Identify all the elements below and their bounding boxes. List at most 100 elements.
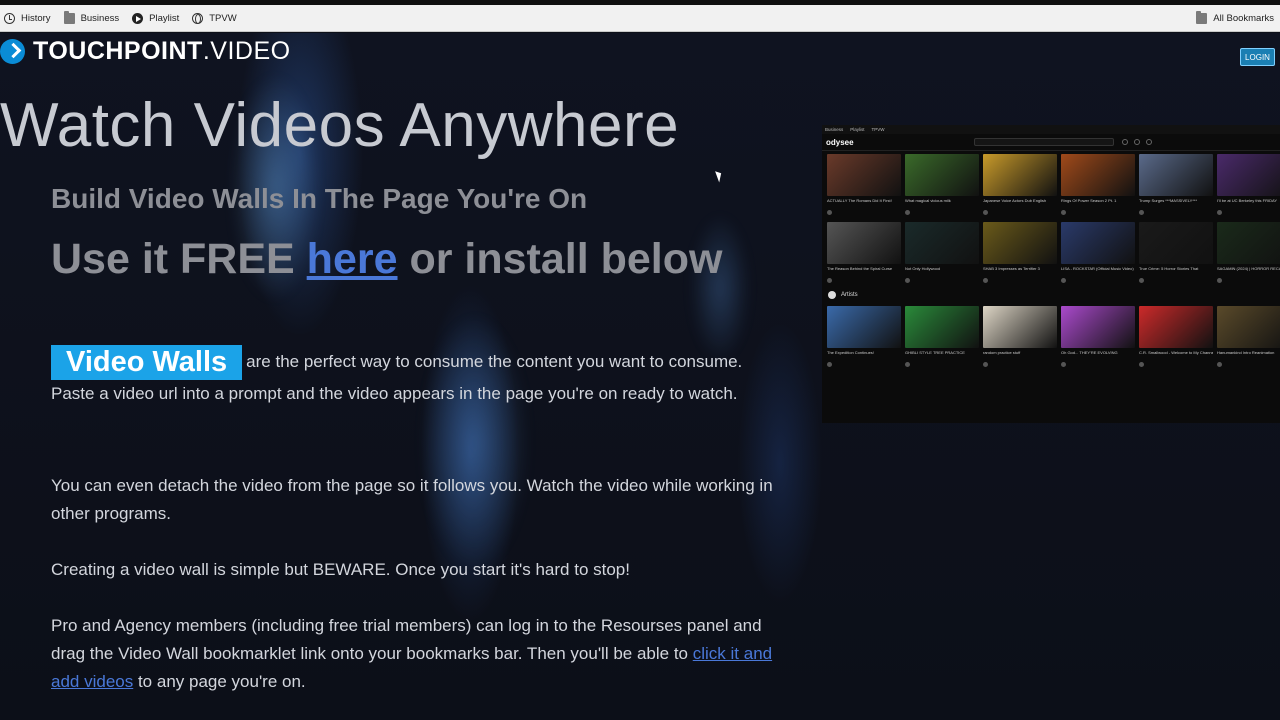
video-caption: SHAB 3 Impresses as Terrifier 3: [983, 266, 1040, 271]
video-thumbnail: [1217, 222, 1280, 264]
video-tile[interactable]: SHAB 3 Impresses as Terrifier 3: [983, 222, 1057, 287]
video-thumbnail: [827, 222, 901, 264]
video-thumbnail: [983, 222, 1057, 264]
playlist-icon: [132, 12, 144, 24]
channel-avatar: [905, 208, 979, 216]
page-content: TOUCHPOINT.VIDEO LOGIN Watch Videos Anyw…: [0, 33, 1280, 720]
video-tile[interactable]: ACTUALLY The Romans Did It First!: [827, 154, 901, 219]
video-tile[interactable]: Rings Of Power Season 2 Pt. 1: [1061, 154, 1135, 219]
beware-paragraph: Creating a video wall is simple but BEWA…: [51, 560, 630, 579]
video-thumbnail: [1139, 306, 1213, 348]
channel-avatar: [905, 276, 979, 284]
page-title: Watch Videos Anywhere: [0, 91, 680, 160]
video-tile[interactable]: True Crime: 5 Horror Stories That: [1139, 222, 1213, 287]
video-thumbnail: [1139, 154, 1213, 196]
video-thumbnail: [1061, 306, 1135, 348]
channel-avatar: [1139, 276, 1213, 284]
bookmark-label: TPVW: [209, 12, 237, 24]
channel-avatar: [983, 360, 1057, 368]
bookmark-playlist[interactable]: Playlist: [128, 5, 188, 31]
video-thumbnail: [1139, 222, 1213, 264]
video-tile[interactable]: Oh God... THEY'RE EVOLVING: [1061, 306, 1135, 371]
video-tile[interactable]: The Expedition Continues!: [827, 306, 901, 371]
video-caption: GHIBLI STYLE TREE PRACTICE: [905, 350, 965, 355]
channel-avatar: [905, 360, 979, 368]
folder-icon: [1196, 10, 1208, 24]
bookmark-history[interactable]: History: [0, 5, 60, 31]
site-logo[interactable]: TOUCHPOINT.VIDEO: [0, 35, 291, 67]
video-thumbnail: [1061, 222, 1135, 264]
bookmarks-bar: History Business Playlist TPVW All Bookm…: [0, 5, 1280, 32]
video-tile[interactable]: C.R. Smallwood - Welcome to My Channel: [1139, 306, 1213, 371]
login-button[interactable]: LOGIN: [1240, 48, 1275, 66]
bookmark-label: Playlist: [149, 12, 180, 24]
logo-text: TOUCHPOINT.VIDEO: [33, 36, 291, 65]
video-caption: The Reason Behind the Spiral Curse: [827, 266, 893, 271]
video-tile[interactable]: LISA - ROCKSTAR (Official Music Video): [1061, 222, 1135, 287]
artists-icon: [828, 291, 836, 299]
video-thumbnail: [905, 154, 979, 196]
video-caption: The Expedition Continues!: [827, 350, 874, 355]
video-thumbnail: [827, 154, 901, 196]
video-caption: Japanese Voice Actors Dub English: [983, 198, 1047, 203]
folder-icon: [63, 10, 75, 24]
preview-row-2: The Reason Behind the Spiral Curse Not On…: [822, 219, 1280, 287]
all-bookmarks-label: All Bookmarks: [1213, 12, 1274, 24]
hero-cta: Use it FREE here or install below: [51, 235, 723, 283]
video-thumbnail: [1061, 154, 1135, 196]
video-thumbnail: [983, 154, 1057, 196]
video-caption: Not Only Hollywood: [905, 266, 941, 271]
video-tile[interactable]: SAGAMIN (2024) | HORROR RECAP: [1217, 222, 1280, 287]
video-walls-badge: Video Walls: [51, 345, 243, 380]
video-thumbnail: [827, 306, 901, 348]
mouse-cursor: [715, 169, 724, 183]
video-tile[interactable]: GHIBLI STYLE TREE PRACTICE: [905, 306, 979, 371]
history-icon: [4, 12, 15, 24]
all-bookmarks[interactable]: All Bookmarks: [1192, 5, 1280, 31]
video-tile[interactable]: Trump Surges ***MASSIVELY***: [1139, 154, 1213, 219]
video-tile[interactable]: random practice stuff: [983, 306, 1057, 371]
channel-avatar: [827, 208, 901, 216]
video-thumbnail: [905, 306, 979, 348]
preview-header: odysee: [822, 134, 1280, 151]
preview-icons: [1121, 139, 1152, 145]
video-thumbnail: [1217, 154, 1280, 196]
preview-bookmarks: Business Playlist TPVW: [822, 125, 1280, 134]
video-tile[interactable]: What magical vicious milk: [905, 154, 979, 219]
video-caption: Rings Of Power Season 2 Pt. 1: [1061, 198, 1117, 203]
video-caption: C.R. Smallwood - Welcome to My Channel: [1139, 350, 1213, 355]
here-link[interactable]: here: [307, 235, 398, 283]
video-tile[interactable]: Hanumankind Intro Reanimation: [1217, 306, 1280, 371]
bookmark-business[interactable]: Business: [60, 5, 129, 31]
video-caption: SAGAMIN (2024) | HORROR RECAP: [1217, 266, 1280, 271]
channel-avatar: [1061, 208, 1135, 216]
members-paragraph: Pro and Agency members (including free t…: [51, 616, 773, 691]
video-thumbnail: [1217, 306, 1280, 348]
channel-avatar: [827, 276, 901, 284]
video-tile[interactable]: Japanese Voice Actors Dub English: [983, 154, 1057, 219]
video-thumbnail: [905, 222, 979, 264]
globe-icon: [192, 12, 204, 24]
video-wall-preview: Business Playlist TPVW odysee ACTUALLY T…: [822, 125, 1280, 423]
channel-avatar: [983, 208, 1057, 216]
preview-logo: odysee: [826, 137, 854, 147]
channel-avatar: [1139, 208, 1213, 216]
video-tile[interactable]: Not Only Hollywood: [905, 222, 979, 287]
bookmark-tpvw[interactable]: TPVW: [188, 5, 245, 31]
channel-avatar: [1217, 208, 1280, 216]
video-caption: ACTUALLY The Romans Did It First!: [827, 198, 892, 203]
preview-row-3: The Expedition Continues! GHIBLI STYLE TR…: [822, 303, 1280, 371]
channel-avatar: [1061, 276, 1135, 284]
channel-avatar: [1139, 360, 1213, 368]
channel-avatar: [1217, 276, 1280, 284]
detach-paragraph: You can even detach the video from the p…: [51, 476, 773, 523]
video-caption: Oh God... THEY'RE EVOLVING: [1061, 350, 1118, 355]
channel-avatar: [827, 360, 901, 368]
video-tile[interactable]: The Reason Behind the Spiral Curse: [827, 222, 901, 287]
logo-play-icon: [0, 38, 25, 64]
video-caption: I'll be at UC Berkeley this FRIDAY: [1217, 198, 1278, 203]
preview-section: Artists: [822, 287, 1280, 303]
bookmark-label: Business: [80, 12, 120, 24]
hero-subtitle: Build Video Walls In The Page You're On: [51, 183, 588, 214]
video-tile[interactable]: I'll be at UC Berkeley this FRIDAY: [1217, 154, 1280, 219]
